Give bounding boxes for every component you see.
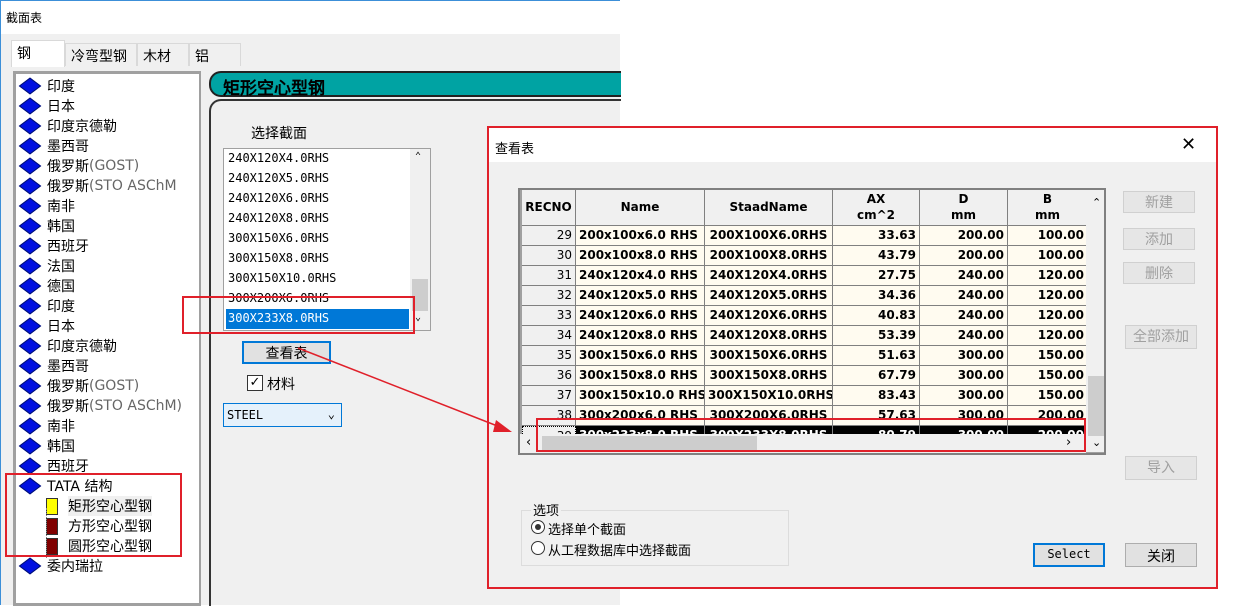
annotation-arrow — [297, 347, 512, 432]
